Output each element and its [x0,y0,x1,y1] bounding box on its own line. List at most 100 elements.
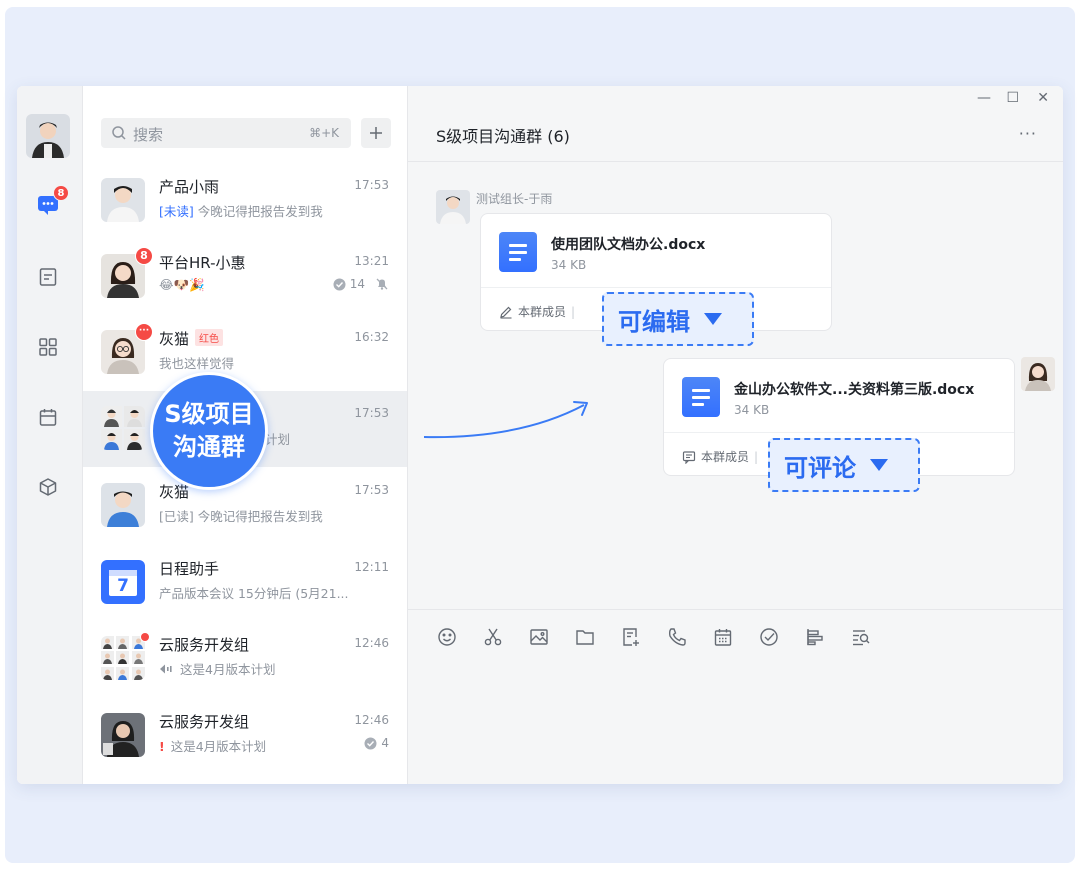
more-button[interactable]: ··· [1019,124,1037,143]
preview-text: 这是4月版本计划 [170,739,267,754]
sender-name: 测试组长-于雨 [476,192,553,206]
search-input[interactable]: 搜索 ⌘+K [101,118,351,148]
gantt-icon[interactable] [803,625,827,649]
card-divider [664,432,1014,433]
message-input-area[interactable] [408,610,1063,784]
read-count: 14 [349,277,365,291]
file-name: 金山办公软件文...关资料第三版.docx [734,382,975,398]
scope-text: 本群成员 [518,305,567,319]
conversation-time: 12:46 [354,636,389,650]
conversation-preview: 计划 [265,432,291,447]
permission-scope[interactable]: 本群成员 | [499,303,575,320]
group-avatar [101,636,145,680]
add-button[interactable] [361,118,391,148]
group-avatar [101,406,145,450]
edit-permission-dropdown[interactable]: 可编辑 [602,292,754,346]
folder-icon[interactable] [573,625,597,649]
emoji-icon[interactable] [435,625,459,649]
word-doc-icon [682,377,720,417]
nav-rail: 8 [17,86,83,784]
read-check-icon [333,278,346,290]
unread-dot [140,632,150,642]
permission-label: 可编辑 [618,307,690,336]
preview-text: 这是4月版本计划 [180,662,276,677]
conversation-name: 产品小雨 [159,178,220,196]
conversation-time: 17:53 [354,406,389,420]
chat-badge: 8 [53,185,69,201]
phone-icon[interactable] [665,625,689,649]
calendar-day: 7 [117,576,129,596]
group-highlight-bubble: S级项目 沟通群 [150,372,268,490]
file-name: 使用团队文档办公.docx [551,237,706,253]
close-button[interactable]: ✕ [1037,90,1049,106]
avatar [101,713,145,757]
file-size: 34 KB [551,258,587,272]
self-avatar[interactable] [1021,357,1055,391]
conversation-time: 12:46 [354,713,389,727]
more-badge: ··· [135,323,153,341]
conversation-time: 16:32 [354,330,389,344]
word-doc-icon [499,232,537,272]
calendar-app-icon: 7 [101,560,145,604]
conversation-preview: 😂🐶🎉 [159,277,205,292]
sender-avatar[interactable] [436,190,470,224]
read-count: 4 [381,736,389,750]
search-placeholder: 搜索 [133,126,164,144]
bubble-line1: S级项目 [164,400,254,428]
image-icon[interactable] [527,625,551,649]
mute-bell-icon [376,278,388,290]
minimize-button[interactable]: — [977,90,991,106]
read-check-icon [364,737,377,749]
conversation-preview: ! 这是4月版本计划 [159,736,266,755]
calendar-event-icon[interactable] [711,625,735,649]
avatar [101,178,145,222]
conversation-time: 13:21 [354,254,389,268]
list-item[interactable]: 产品小雨 17:53 [未读] 今晚记得把报告发到我 [83,163,407,239]
list-item[interactable]: 灰猫 17:53 [已读] 今晚记得把报告发到我 [83,468,407,544]
list-item[interactable]: ··· 灰猫 红色 16:32 我也这样觉得 [83,315,407,391]
search-list-icon[interactable] [849,625,873,649]
maximize-button[interactable]: ☐ [1006,90,1019,106]
conversation-name: 平台HR-小惠 [159,254,246,272]
add-doc-icon[interactable] [619,625,643,649]
scissors-icon[interactable] [481,625,505,649]
conversation-preview: [未读] 今晚记得把报告发到我 [159,201,323,220]
dropdown-arrow-icon [704,313,722,325]
conversation-name: 日程助手 [159,560,220,578]
bubble-line2: 沟通群 [173,433,245,461]
apps-grid-icon[interactable] [35,334,61,360]
conversation-name: 云服务开发组 [159,713,250,731]
preview-text: 今晚记得把报告发到我 [197,204,323,219]
conversation-name: 灰猫 红色 [159,328,224,349]
list-item[interactable]: 云服务开发组 12:46 这是4月版本计划 [83,621,407,697]
name-text: 灰猫 [159,330,190,348]
calendar-icon[interactable] [35,404,61,430]
search-icon [111,125,127,145]
comment-permission-dropdown[interactable]: 可评论 [768,438,920,492]
conversation-time: 17:53 [354,483,389,497]
permission-label: 可评论 [784,453,856,482]
list-item[interactable]: 云服务开发组 12:46 ! 这是4月版本计划 4 [83,698,407,774]
red-label-tag: 红色 [195,329,224,346]
conversation-time: 17:53 [354,178,389,192]
list-item[interactable]: 7 日程助手 12:11 产品版本会议 15分钟后 (5月21... [83,545,407,621]
conversation-preview: [已读] 今晚记得把报告发到我 [159,509,323,524]
document-icon[interactable] [35,264,61,290]
toolbar-divider [408,609,1063,610]
scope-text: 本群成员 [701,450,750,464]
conversation-name: 云服务开发组 [159,636,250,654]
alert-mark: ! [159,739,165,754]
plus-icon [370,127,382,139]
unread-tag: [未读] [159,204,194,219]
my-avatar[interactable] [26,114,70,158]
search-shortcut: ⌘+K [309,126,339,140]
conversation-meta: 14 [333,277,389,291]
comment-icon [682,450,696,464]
cube-icon[interactable] [35,474,61,500]
card-divider [481,287,831,288]
task-check-icon[interactable] [757,625,781,649]
permission-scope[interactable]: 本群成员 | [682,448,758,465]
conversation-time: 12:11 [354,560,389,574]
list-item[interactable]: 8 平台HR-小惠 13:21 😂🐶🎉 14 [83,239,407,315]
pencil-icon [500,306,512,319]
